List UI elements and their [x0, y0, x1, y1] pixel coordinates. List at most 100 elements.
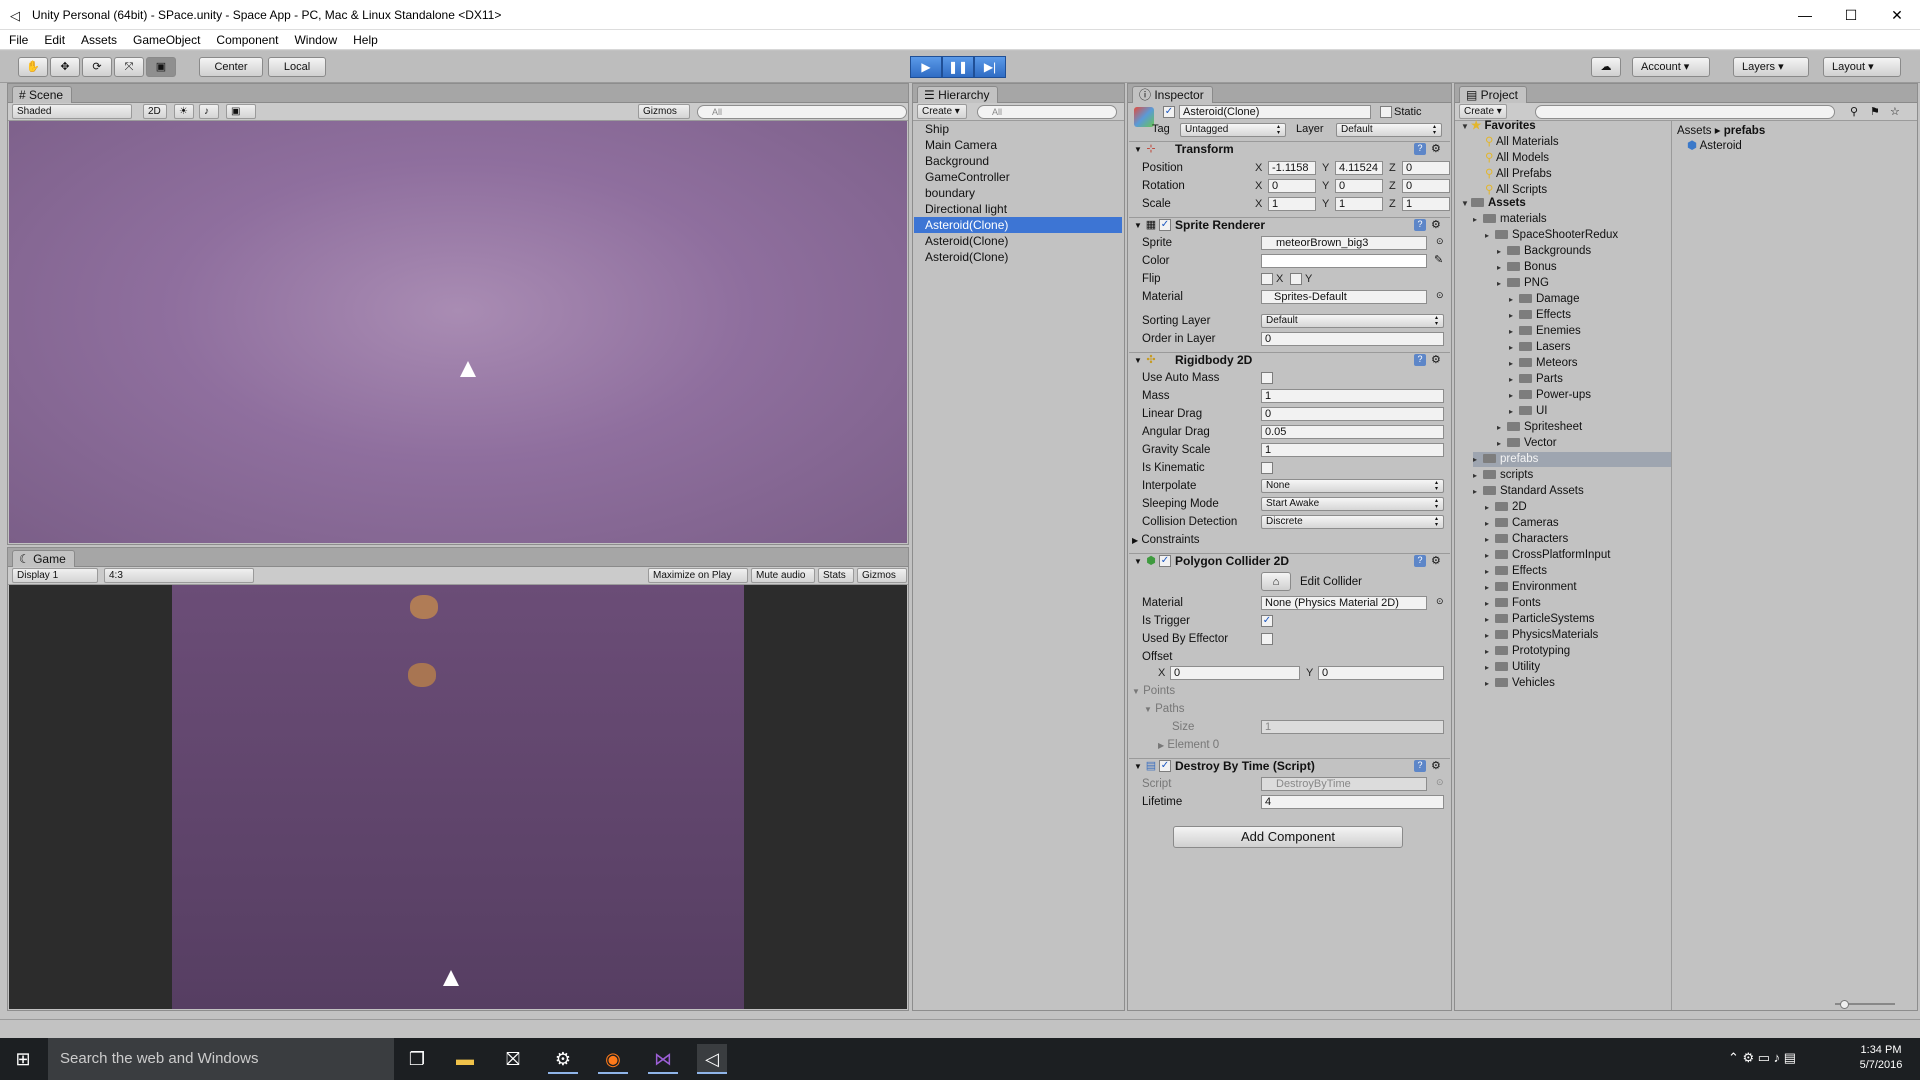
angular-drag-field[interactable]: 0.05: [1261, 425, 1444, 439]
flip-x-checkbox[interactable]: ✓: [1261, 273, 1273, 285]
pivot-center-button[interactable]: Center: [199, 57, 263, 77]
component-enabled-checkbox[interactable]: ✓: [1159, 555, 1171, 567]
help-icon[interactable]: ?: [1414, 219, 1426, 231]
gear-icon[interactable]: ⚙: [1431, 759, 1441, 774]
lifetime-field[interactable]: 4: [1261, 795, 1444, 809]
object-picker-icon[interactable]: ⊙: [1436, 236, 1444, 247]
element-foldout[interactable]: ▶ Element 0: [1158, 739, 1219, 751]
aspect-dropdown[interactable]: 4:3: [104, 568, 254, 583]
close-button[interactable]: ✕: [1874, 0, 1920, 30]
folder-item[interactable]: ▸ Backgrounds: [1497, 244, 1591, 259]
active-checkbox[interactable]: ✓: [1163, 106, 1175, 118]
tab-scene[interactable]: # Scene: [12, 86, 73, 103]
zoom-slider-handle[interactable]: [1840, 1000, 1849, 1009]
transform-header[interactable]: ▼ ⊹ Transform ? ⚙: [1129, 141, 1450, 157]
pause-button[interactable]: ❚❚: [942, 56, 974, 78]
folder-item[interactable]: ▸ PhysicsMaterials: [1485, 628, 1598, 643]
menu-assets[interactable]: Assets: [81, 33, 117, 47]
folder-item[interactable]: ▸ Fonts: [1485, 596, 1541, 611]
gear-icon[interactable]: ⚙: [1431, 554, 1441, 569]
constraints-foldout[interactable]: ▶ Constraints: [1132, 534, 1200, 546]
cloud-button[interactable]: ☁: [1591, 57, 1621, 77]
hierarchy-item[interactable]: Asteroid(Clone): [925, 233, 1008, 249]
is-trigger-checkbox[interactable]: ✓: [1261, 615, 1273, 627]
help-icon[interactable]: ?: [1414, 555, 1426, 567]
mute-audio-toggle[interactable]: Mute audio: [751, 568, 815, 583]
move-tool-button[interactable]: ✥: [50, 57, 80, 77]
folder-item[interactable]: ▸ Lasers: [1509, 340, 1571, 355]
scale-tool-button[interactable]: ⤧: [114, 57, 144, 77]
order-in-layer-field[interactable]: 0: [1261, 332, 1444, 346]
points-foldout[interactable]: ▼ Points: [1132, 685, 1175, 697]
game-viewport[interactable]: [172, 585, 744, 1009]
hierarchy-item[interactable]: Asteroid(Clone): [925, 249, 1008, 265]
firefox-icon[interactable]: ◉: [598, 1044, 628, 1074]
scale-z-field[interactable]: 1: [1402, 197, 1450, 211]
gear-icon[interactable]: ⚙: [1431, 353, 1441, 368]
tab-project[interactable]: ▤ Project: [1459, 86, 1528, 103]
pivot-local-button[interactable]: Local: [268, 57, 326, 77]
menu-gameobject[interactable]: GameObject: [133, 33, 200, 47]
hierarchy-item-selected[interactable]: Asteroid(Clone): [925, 217, 1008, 233]
scale-y-field[interactable]: 1: [1335, 197, 1383, 211]
folder-item[interactable]: ▸ Cameras: [1485, 516, 1559, 531]
hierarchy-item[interactable]: Ship: [925, 121, 949, 137]
folder-item[interactable]: ▸ prefabs: [1473, 452, 1671, 467]
step-button[interactable]: ▶|: [974, 56, 1006, 78]
breadcrumb-current[interactable]: prefabs: [1724, 125, 1766, 137]
shading-dropdown[interactable]: Shaded: [12, 104, 132, 119]
effects-dropdown[interactable]: ▣: [226, 104, 256, 119]
folder-item[interactable]: ▸ Utility: [1485, 660, 1540, 675]
object-picker-icon[interactable]: ⊙: [1436, 596, 1444, 607]
hierarchy-search-input[interactable]: All: [977, 105, 1117, 119]
polygon-collider-header[interactable]: ▼ ⬢ ✓ Polygon Collider 2D ? ⚙: [1129, 553, 1450, 569]
tab-hierarchy[interactable]: ☰ Hierarchy: [917, 86, 999, 103]
favorite-item[interactable]: ⚲ All Prefabs: [1485, 167, 1552, 181]
folder-item[interactable]: ▸ SpaceShooterRedux: [1485, 228, 1618, 243]
edit-collider-button[interactable]: ⌂: [1261, 572, 1291, 591]
favorite-item[interactable]: ⚲ All Scripts: [1485, 183, 1547, 197]
sprite-field[interactable]: meteorBrown_big3: [1261, 236, 1427, 250]
play-button[interactable]: ▶: [910, 56, 942, 78]
menu-file[interactable]: File: [9, 33, 28, 47]
ship-sprite[interactable]: [460, 361, 476, 377]
layers-dropdown[interactable]: Layers ▾: [1733, 57, 1809, 77]
rotation-y-field[interactable]: 0: [1335, 179, 1383, 193]
help-icon[interactable]: ?: [1414, 143, 1426, 155]
folder-item[interactable]: ▸ scripts: [1473, 468, 1533, 483]
task-view-icon[interactable]: ❐: [402, 1044, 432, 1074]
folder-item[interactable]: ▸ Characters: [1485, 532, 1568, 547]
position-x-field[interactable]: -1.1158: [1268, 161, 1316, 175]
eyedropper-icon[interactable]: ✎: [1434, 253, 1443, 266]
store-icon[interactable]: ⛝: [498, 1044, 528, 1074]
hand-tool-button[interactable]: ✋: [18, 57, 48, 77]
color-swatch[interactable]: [1261, 254, 1427, 268]
object-picker-icon[interactable]: ⊙: [1436, 290, 1444, 301]
folder-item[interactable]: ▸ ParticleSystems: [1485, 612, 1594, 627]
rotate-tool-button[interactable]: ⟳: [82, 57, 112, 77]
windows-start-icon[interactable]: ⊞: [8, 1044, 38, 1074]
help-icon[interactable]: ?: [1414, 354, 1426, 366]
breadcrumb-root[interactable]: Assets: [1677, 125, 1712, 137]
paths-foldout[interactable]: ▼ Paths: [1144, 703, 1185, 715]
scene-viewport[interactable]: [9, 121, 907, 543]
steam-icon[interactable]: ⚙: [548, 1044, 578, 1074]
tab-inspector[interactable]: ⓘ Inspector: [1132, 86, 1213, 103]
rigidbody-header[interactable]: ▼ ✣ Rigidbody 2D ? ⚙: [1129, 352, 1450, 368]
visual-studio-icon[interactable]: ⋈: [648, 1044, 678, 1074]
folder-item[interactable]: ▸ 2D: [1485, 500, 1527, 515]
project-search-input[interactable]: [1535, 105, 1835, 119]
component-enabled-checkbox[interactable]: ✓: [1159, 219, 1171, 231]
favorite-star-icon[interactable]: ☆: [1890, 105, 1900, 118]
menu-component[interactable]: Component: [216, 33, 278, 47]
account-dropdown[interactable]: Account ▾: [1632, 57, 1710, 77]
menu-edit[interactable]: Edit: [44, 33, 65, 47]
collision-detection-dropdown[interactable]: Discrete: [1261, 515, 1444, 529]
folder-item[interactable]: ▸ Environment: [1485, 580, 1577, 595]
folder-item[interactable]: ▸ materials: [1473, 212, 1547, 227]
static-checkbox[interactable]: ✓: [1380, 106, 1392, 118]
file-explorer-icon[interactable]: ▬: [450, 1044, 480, 1074]
sprite-renderer-header[interactable]: ▼ ▦ ✓ Sprite Renderer ? ⚙: [1129, 217, 1450, 233]
rotation-x-field[interactable]: 0: [1268, 179, 1316, 193]
maximize-button[interactable]: ☐: [1828, 0, 1874, 30]
